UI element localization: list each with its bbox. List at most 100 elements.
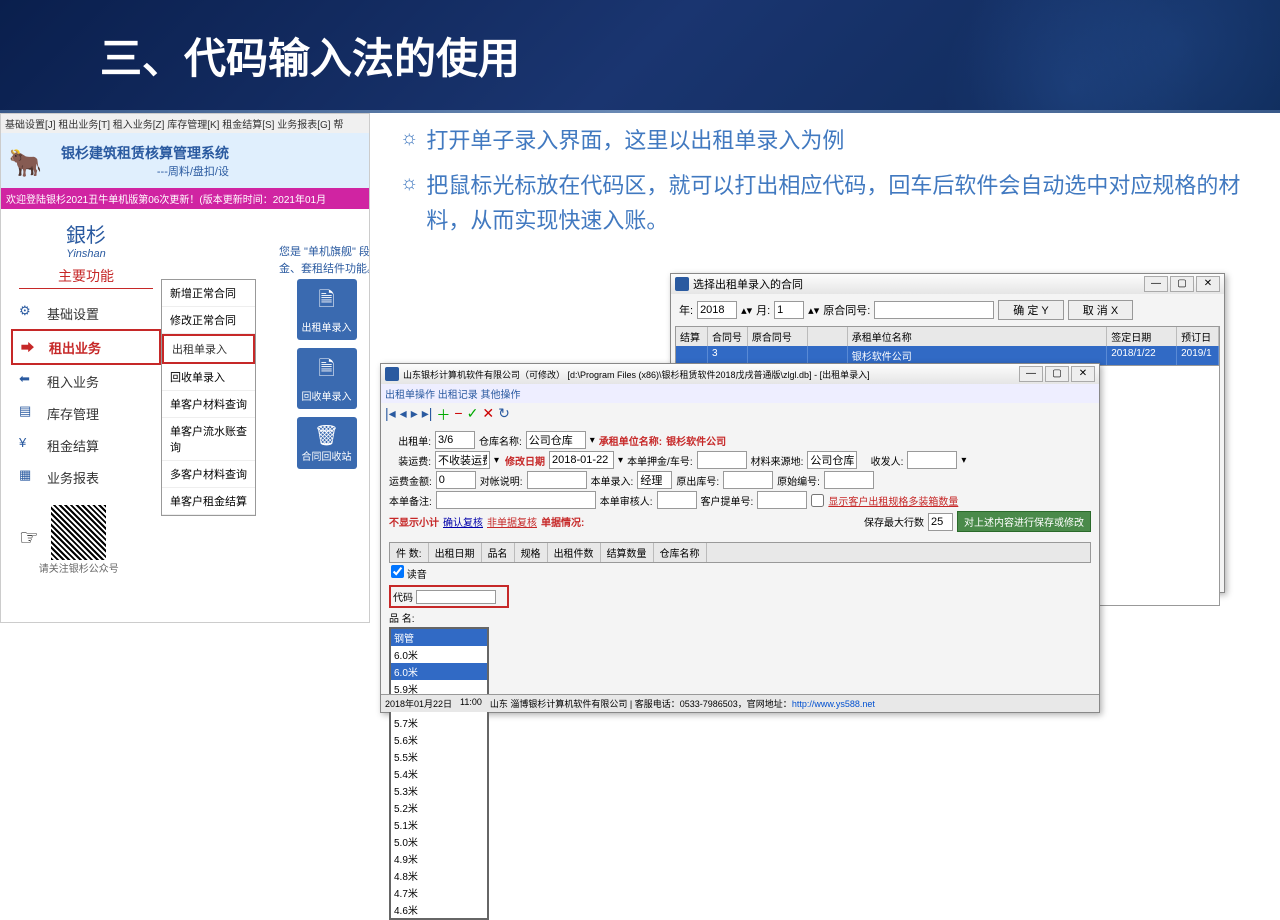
ys-input[interactable]: [824, 471, 874, 489]
bullet-text: 打开单子录入界面，这里以出租单录入为例: [426, 123, 844, 158]
menu-stock[interactable]: ▤ 库存管理: [11, 397, 161, 429]
menu-settle[interactable]: ¥租金结算: [11, 429, 161, 461]
submenu-query1[interactable]: 单客户材料查询: [162, 391, 255, 418]
material-dropdown[interactable]: 钢管6.0米6.0米5.9米5.8米5.7米5.6米5.5米5.4米5.3米5.…: [389, 627, 489, 920]
cd-label: 原出库号:: [676, 473, 719, 488]
minus-icon[interactable]: −: [454, 405, 462, 425]
advisory-text: 您是 "单机旗舰" 段租金、套租结件功能。: [279, 244, 370, 277]
ok-button[interactable]: 确 定 Y: [998, 300, 1063, 320]
list-icon: ▤: [19, 403, 39, 423]
nosubtotal[interactable]: 不显示小计: [389, 514, 439, 529]
cross-icon[interactable]: ✕: [482, 405, 494, 425]
nonaudit-link[interactable]: 非单据复核: [487, 514, 537, 529]
close-icon[interactable]: ✕: [1196, 276, 1220, 292]
date-input[interactable]: [549, 451, 614, 469]
sf-label: 收发人:: [861, 453, 903, 468]
submenu-rentout-entry[interactable]: 出租单录入: [162, 334, 255, 364]
ly-input[interactable]: [807, 451, 857, 469]
bz-input[interactable]: [527, 471, 587, 489]
menu-list: ⚙基础设置 ⮕租出业务 ⬅租入业务 ▤ 库存管理 ¥租金结算 ▦ 业务报表: [11, 297, 161, 493]
ly-label: 材料来源地:: [751, 453, 804, 468]
check-icon[interactable]: ✓: [467, 405, 479, 425]
action-return[interactable]: 🗎回收单录入: [297, 348, 357, 409]
zy-input[interactable]: [435, 451, 490, 469]
contract-label: 原合同号:: [823, 302, 870, 318]
win2-menubar[interactable]: 出租单操作 出租记录 其他操作: [381, 384, 1099, 403]
chevron-down-icon[interactable]: ▾: [961, 455, 966, 466]
action-rentout[interactable]: 🗎出租单录入: [297, 279, 357, 340]
readvoice-label: 读音: [407, 570, 427, 581]
readvoice-checkbox[interactable]: [391, 565, 404, 578]
refresh-icon[interactable]: ↻: [498, 405, 510, 425]
submenu-query3[interactable]: 多客户材料查询: [162, 461, 255, 488]
prev-icon[interactable]: ◂: [400, 405, 407, 425]
menu-label: 库存管理: [47, 404, 99, 423]
bn-input[interactable]: [436, 491, 596, 509]
first-icon[interactable]: |◂: [385, 405, 396, 425]
slide-title: 三、代码输入法的使用: [100, 25, 520, 86]
bn-label: 本单备注:: [389, 493, 432, 508]
yen-icon: ¥: [19, 435, 39, 455]
menu-report[interactable]: ▦ 业务报表: [11, 461, 161, 493]
cd-input[interactable]: [723, 471, 773, 489]
grid-icon: ▦: [19, 467, 39, 487]
min-icon[interactable]: —: [1144, 276, 1168, 292]
kh-input[interactable]: [757, 491, 807, 509]
chevron-down-icon[interactable]: ▾: [590, 435, 595, 446]
action-label: 出租单录入: [302, 323, 352, 334]
chevron-down-icon[interactable]: ▾: [618, 455, 623, 466]
app-banner: 🐂 银杉建筑租赁核算管理系统 ---周料/盘扣/设: [1, 133, 369, 188]
maxrow-input[interactable]: [928, 513, 953, 531]
last-icon[interactable]: ▸|: [422, 405, 433, 425]
code-input[interactable]: [416, 590, 496, 604]
submenu-new[interactable]: 新增正常合同: [162, 280, 255, 307]
menu-basic[interactable]: ⚙基础设置: [11, 297, 161, 329]
menu-label: 业务报表: [47, 468, 99, 487]
win1-title: 选择出租单录入的合同: [693, 276, 803, 292]
action-recycle[interactable]: 🗑合同回收站: [297, 417, 357, 469]
close-icon[interactable]: ✕: [1071, 366, 1095, 382]
menu-rentout[interactable]: ⮕租出业务: [11, 329, 161, 365]
contract-input[interactable]: [874, 301, 994, 319]
br-input[interactable]: [637, 471, 672, 489]
save-button[interactable]: 对上述内容进行保存或修改: [957, 511, 1091, 532]
plus-icon[interactable]: ＋: [436, 405, 450, 425]
submenu-query2[interactable]: 单客户流水账查询: [162, 418, 255, 461]
year-input[interactable]: [697, 301, 737, 319]
qr-code: [51, 505, 106, 560]
submenu-settle[interactable]: 单客户租金结算: [162, 488, 255, 515]
chevron-down-icon[interactable]: ▾: [494, 455, 499, 466]
entry-form: 出租单: 仓库名称:▾ 承租单位名称:银杉软件公司 装运费:▾ 修改日期▾ 本单…: [381, 427, 1099, 538]
spin-icon[interactable]: ▴▾: [741, 304, 752, 317]
bd-label: 本单押金/车号:: [627, 453, 693, 468]
max-icon[interactable]: ▢: [1170, 276, 1194, 292]
next-icon[interactable]: ▸: [411, 405, 418, 425]
status-url[interactable]: http://www.ys588.net: [792, 699, 875, 709]
menu-rentin[interactable]: ⬅租入业务: [11, 365, 161, 397]
confirm-link[interactable]: 确认复核: [443, 514, 483, 529]
sh-input[interactable]: [657, 491, 697, 509]
submenu-edit[interactable]: 修改正常合同: [162, 307, 255, 334]
pinming-label: 品 名:: [389, 614, 415, 625]
bd-input[interactable]: [697, 451, 747, 469]
banner-sub: ---周料/盘扣/设: [61, 163, 229, 179]
yf-input[interactable]: [436, 471, 476, 489]
showqty-checkbox[interactable]: [811, 494, 824, 507]
dh-input[interactable]: [435, 431, 475, 449]
table-head: 结算合同号原合同号承租单位名称签定日期预订日: [676, 327, 1219, 346]
code-input-area: 代码: [389, 585, 509, 608]
cancel-button[interactable]: 取 消 X: [1068, 300, 1133, 320]
max-icon[interactable]: ▢: [1045, 366, 1069, 382]
maxrow-label: 保存最大行数: [864, 514, 924, 529]
ck-input[interactable]: [526, 431, 586, 449]
submenu-return-entry[interactable]: 回收单录入: [162, 364, 255, 391]
min-icon[interactable]: —: [1019, 366, 1043, 382]
contract-table: 结算合同号原合同号承租单位名称签定日期预订日 3银杉软件公司2018/1/222…: [675, 326, 1220, 366]
status-date: 2018年01月22日: [385, 697, 452, 710]
sf-input[interactable]: [907, 451, 957, 469]
spin-icon[interactable]: ▴▾: [808, 304, 819, 317]
qr-label: 请关注银杉公众号: [39, 560, 119, 575]
month-input[interactable]: [774, 301, 804, 319]
brand-name: 銀杉: [11, 219, 161, 248]
win1-titlebar: 选择出租单录入的合同 —▢✕: [671, 274, 1224, 294]
